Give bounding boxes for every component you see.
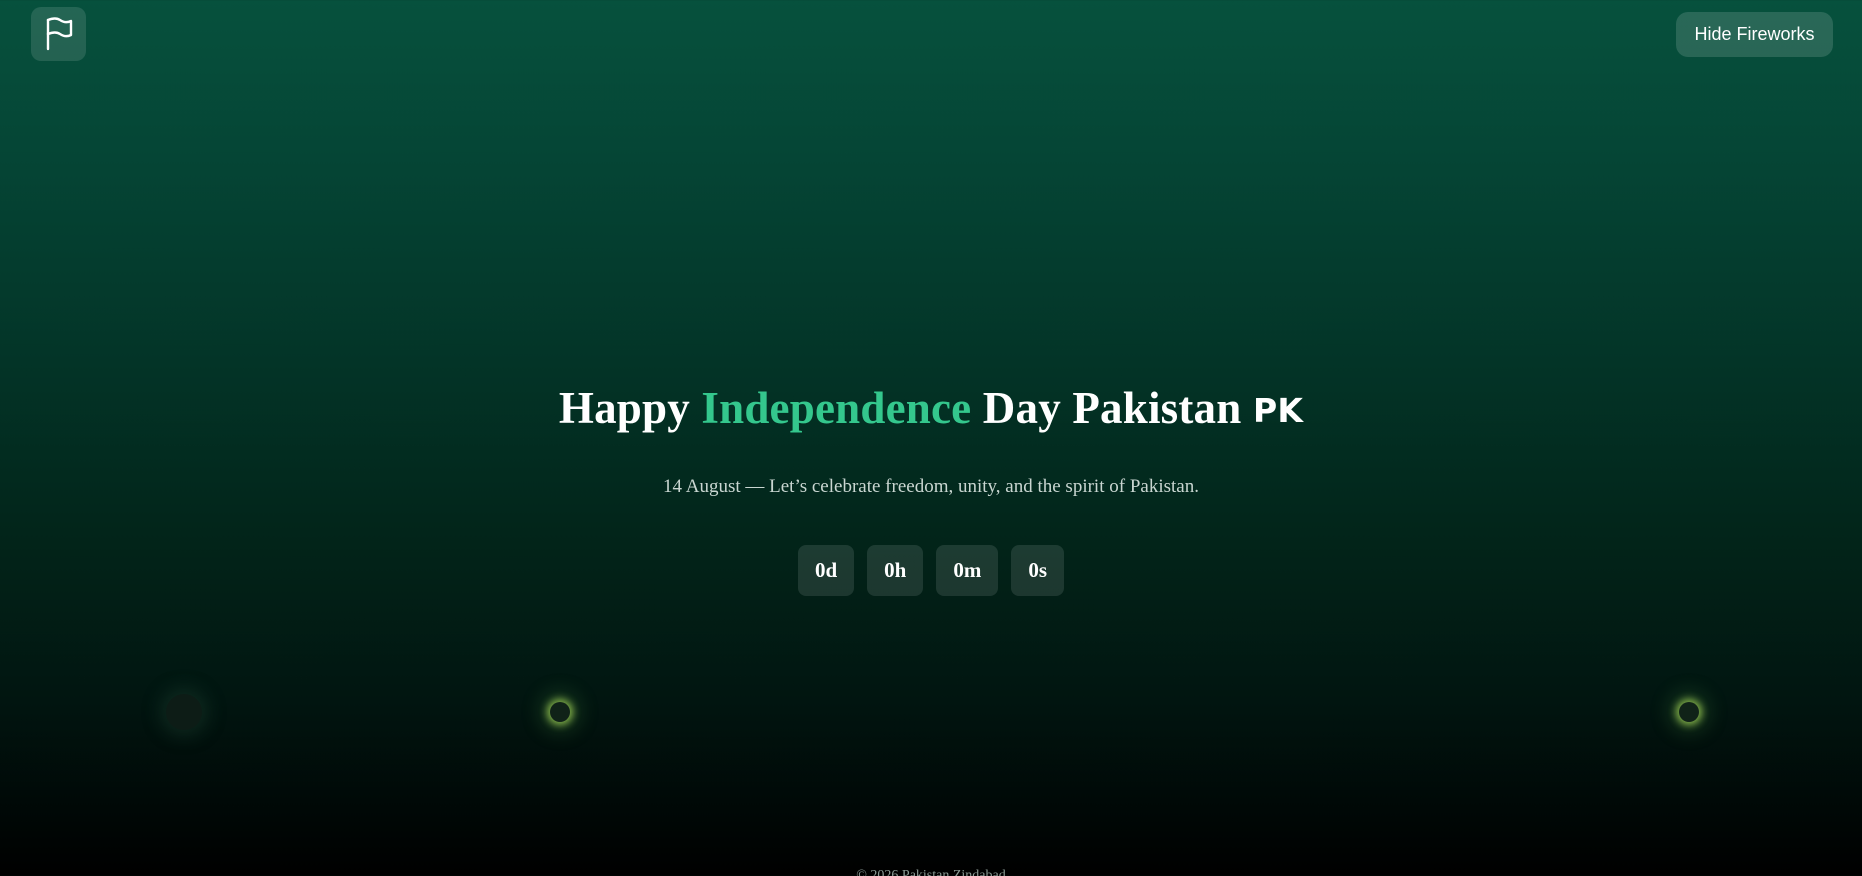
title-accent-independence: Independence [701, 383, 972, 433]
footer-copyright: © 2026 Pakistan Zindabad [856, 868, 1006, 876]
countdown-days: 0d [797, 545, 855, 596]
hero-section: Happy Independence Day Pakistan PK 14 Au… [0, 380, 1862, 596]
firework-orb [1679, 702, 1699, 722]
countdown-minutes: 0m [936, 545, 999, 596]
countdown-timer: 0d 0h 0m 0s [0, 545, 1862, 596]
page-title: Happy Independence Day Pakistan PK [0, 380, 1862, 439]
flag-icon [46, 17, 72, 51]
flag-logo-button[interactable] [31, 7, 86, 61]
title-part-happy: Happy [558, 383, 702, 433]
title-part-day-pakistan: Day Pakistan [971, 383, 1253, 433]
firework-orb [166, 694, 202, 730]
countdown-seconds: 0s [1011, 545, 1065, 596]
countdown-hours: 0h [867, 545, 924, 596]
firework-orb [550, 702, 570, 722]
pakistan-flag-code: PK [1252, 391, 1304, 430]
hide-fireworks-button[interactable]: Hide Fireworks [1676, 12, 1833, 57]
hero-subtitle: 14 August — Let’s celebrate freedom, uni… [663, 476, 1199, 497]
